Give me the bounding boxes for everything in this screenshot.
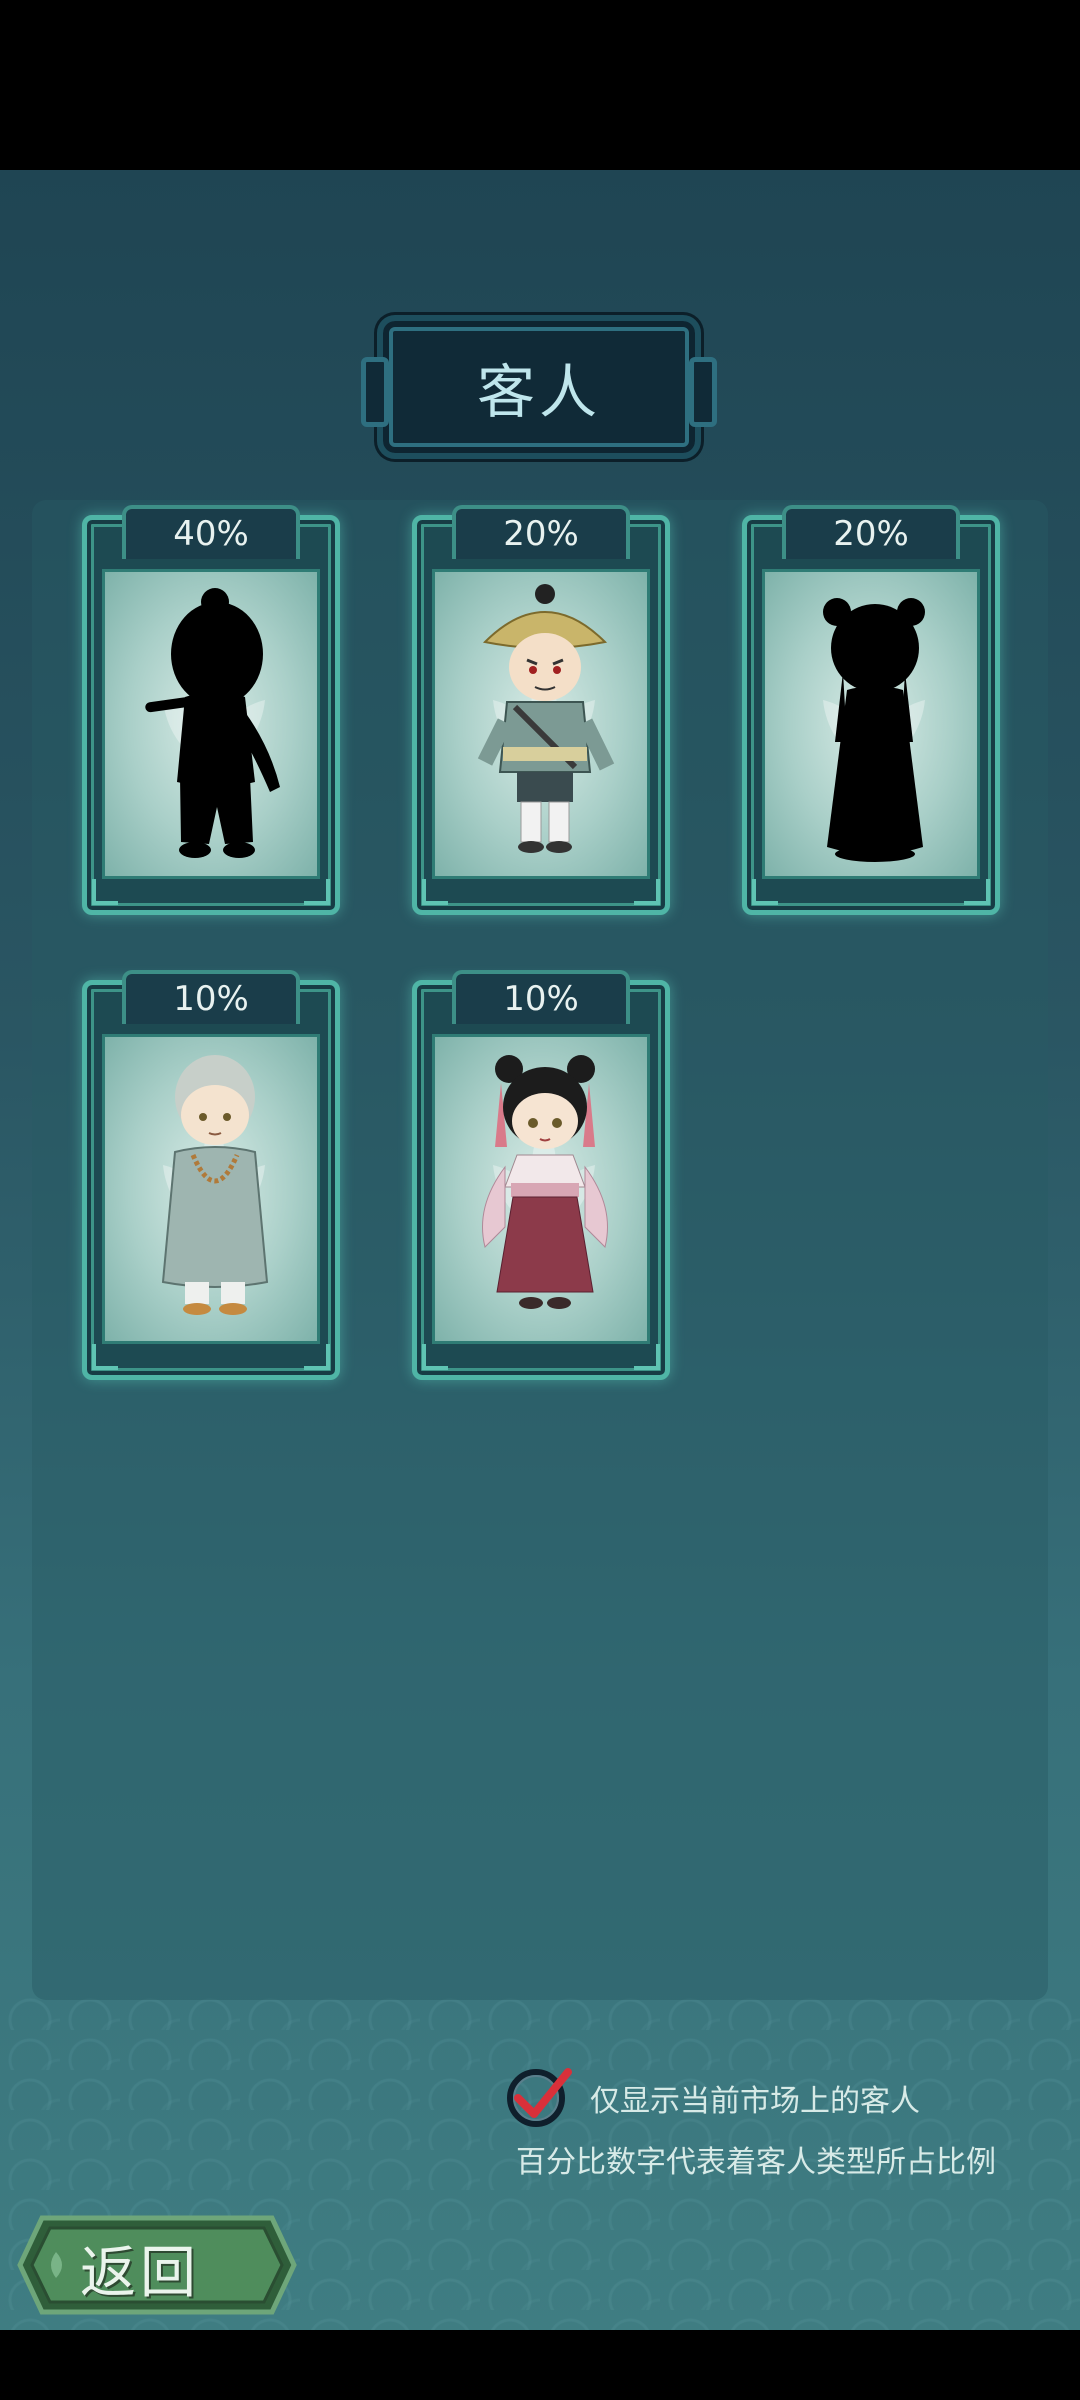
corner-ornament — [304, 1344, 330, 1370]
female-silhouette-icon — [823, 598, 925, 862]
back-button-label[interactable]: 返回 — [80, 2228, 200, 2309]
card-header: 10% — [122, 970, 300, 1024]
customer-card-4[interactable]: 10% — [82, 970, 340, 1380]
percentage-note: 百分比数字代表着客人类型所占比例 — [516, 2145, 996, 2180]
card-header: 20% — [452, 505, 630, 559]
customer-percent: 10% — [173, 979, 249, 1019]
corner-ornament — [422, 1344, 448, 1370]
card-header: 10% — [452, 970, 630, 1024]
customer-card-3[interactable]: 20% — [742, 505, 1000, 915]
corner-ornament — [92, 879, 118, 905]
corner-ornament — [304, 879, 330, 905]
filter-label[interactable]: 仅显示当前市场上的客人 — [590, 2076, 920, 2120]
laborer-character-icon — [477, 584, 615, 853]
corner-ornament — [634, 879, 660, 905]
corner-ornament — [92, 1344, 118, 1370]
lady-character-icon — [482, 1055, 608, 1309]
page-title: 客人 — [476, 358, 601, 426]
customer-percent: 40% — [173, 514, 249, 554]
customer-percent: 10% — [503, 979, 579, 1019]
male-silhouette-icon — [145, 588, 280, 858]
filter-checkbox[interactable] — [506, 2062, 572, 2128]
corner-ornament — [422, 879, 448, 905]
corner-ornament — [634, 1344, 660, 1370]
customer-card-5[interactable]: 10% — [412, 970, 670, 1380]
customer-percent: 20% — [503, 514, 579, 554]
card-portrait — [762, 569, 980, 879]
status-bar-area — [0, 0, 1080, 170]
card-portrait — [102, 569, 320, 879]
card-header: 20% — [782, 505, 960, 559]
card-header: 40% — [122, 505, 300, 559]
customer-card-1[interactable]: 40% — [82, 505, 340, 915]
card-portrait — [432, 1034, 650, 1344]
customer-percent: 20% — [833, 514, 909, 554]
corner-ornament — [752, 879, 778, 905]
navigation-bar-area — [0, 2330, 1080, 2400]
card-portrait — [432, 569, 650, 879]
card-portrait — [102, 1034, 320, 1344]
corner-ornament — [964, 879, 990, 905]
monk-character-icon — [161, 1055, 269, 1315]
customer-card-2[interactable]: 20% — [412, 505, 670, 915]
title-plate: 客人 — [361, 315, 717, 459]
